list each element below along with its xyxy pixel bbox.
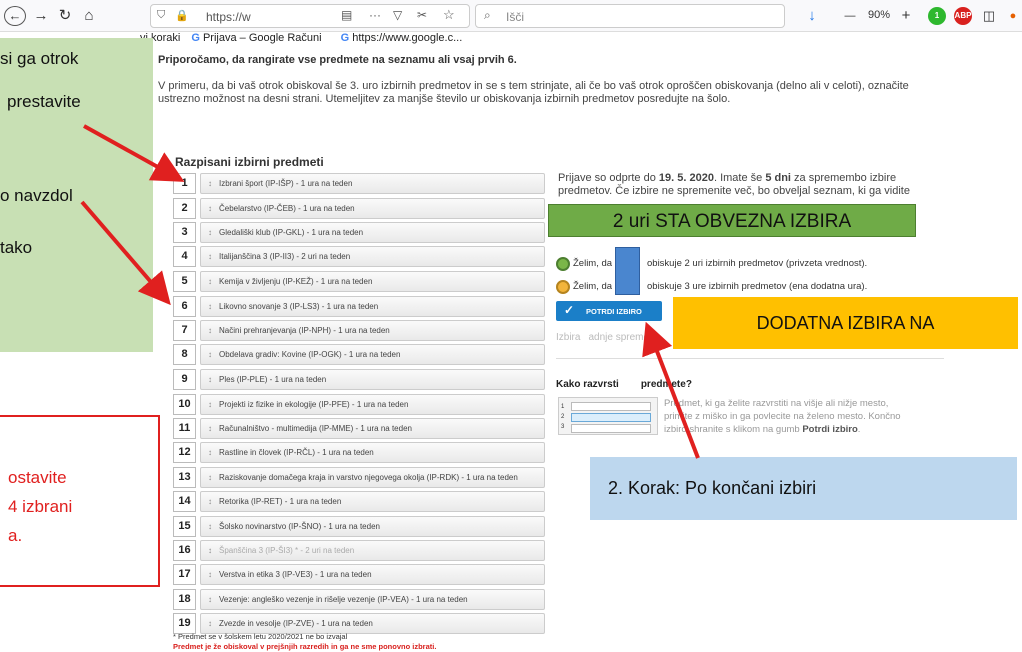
arrow-to-first-subject (83, 124, 185, 182)
arrow-to-sixth-subject (80, 200, 171, 306)
arrow-to-confirm-button (642, 321, 700, 459)
annotation-arrows (80, 124, 700, 459)
